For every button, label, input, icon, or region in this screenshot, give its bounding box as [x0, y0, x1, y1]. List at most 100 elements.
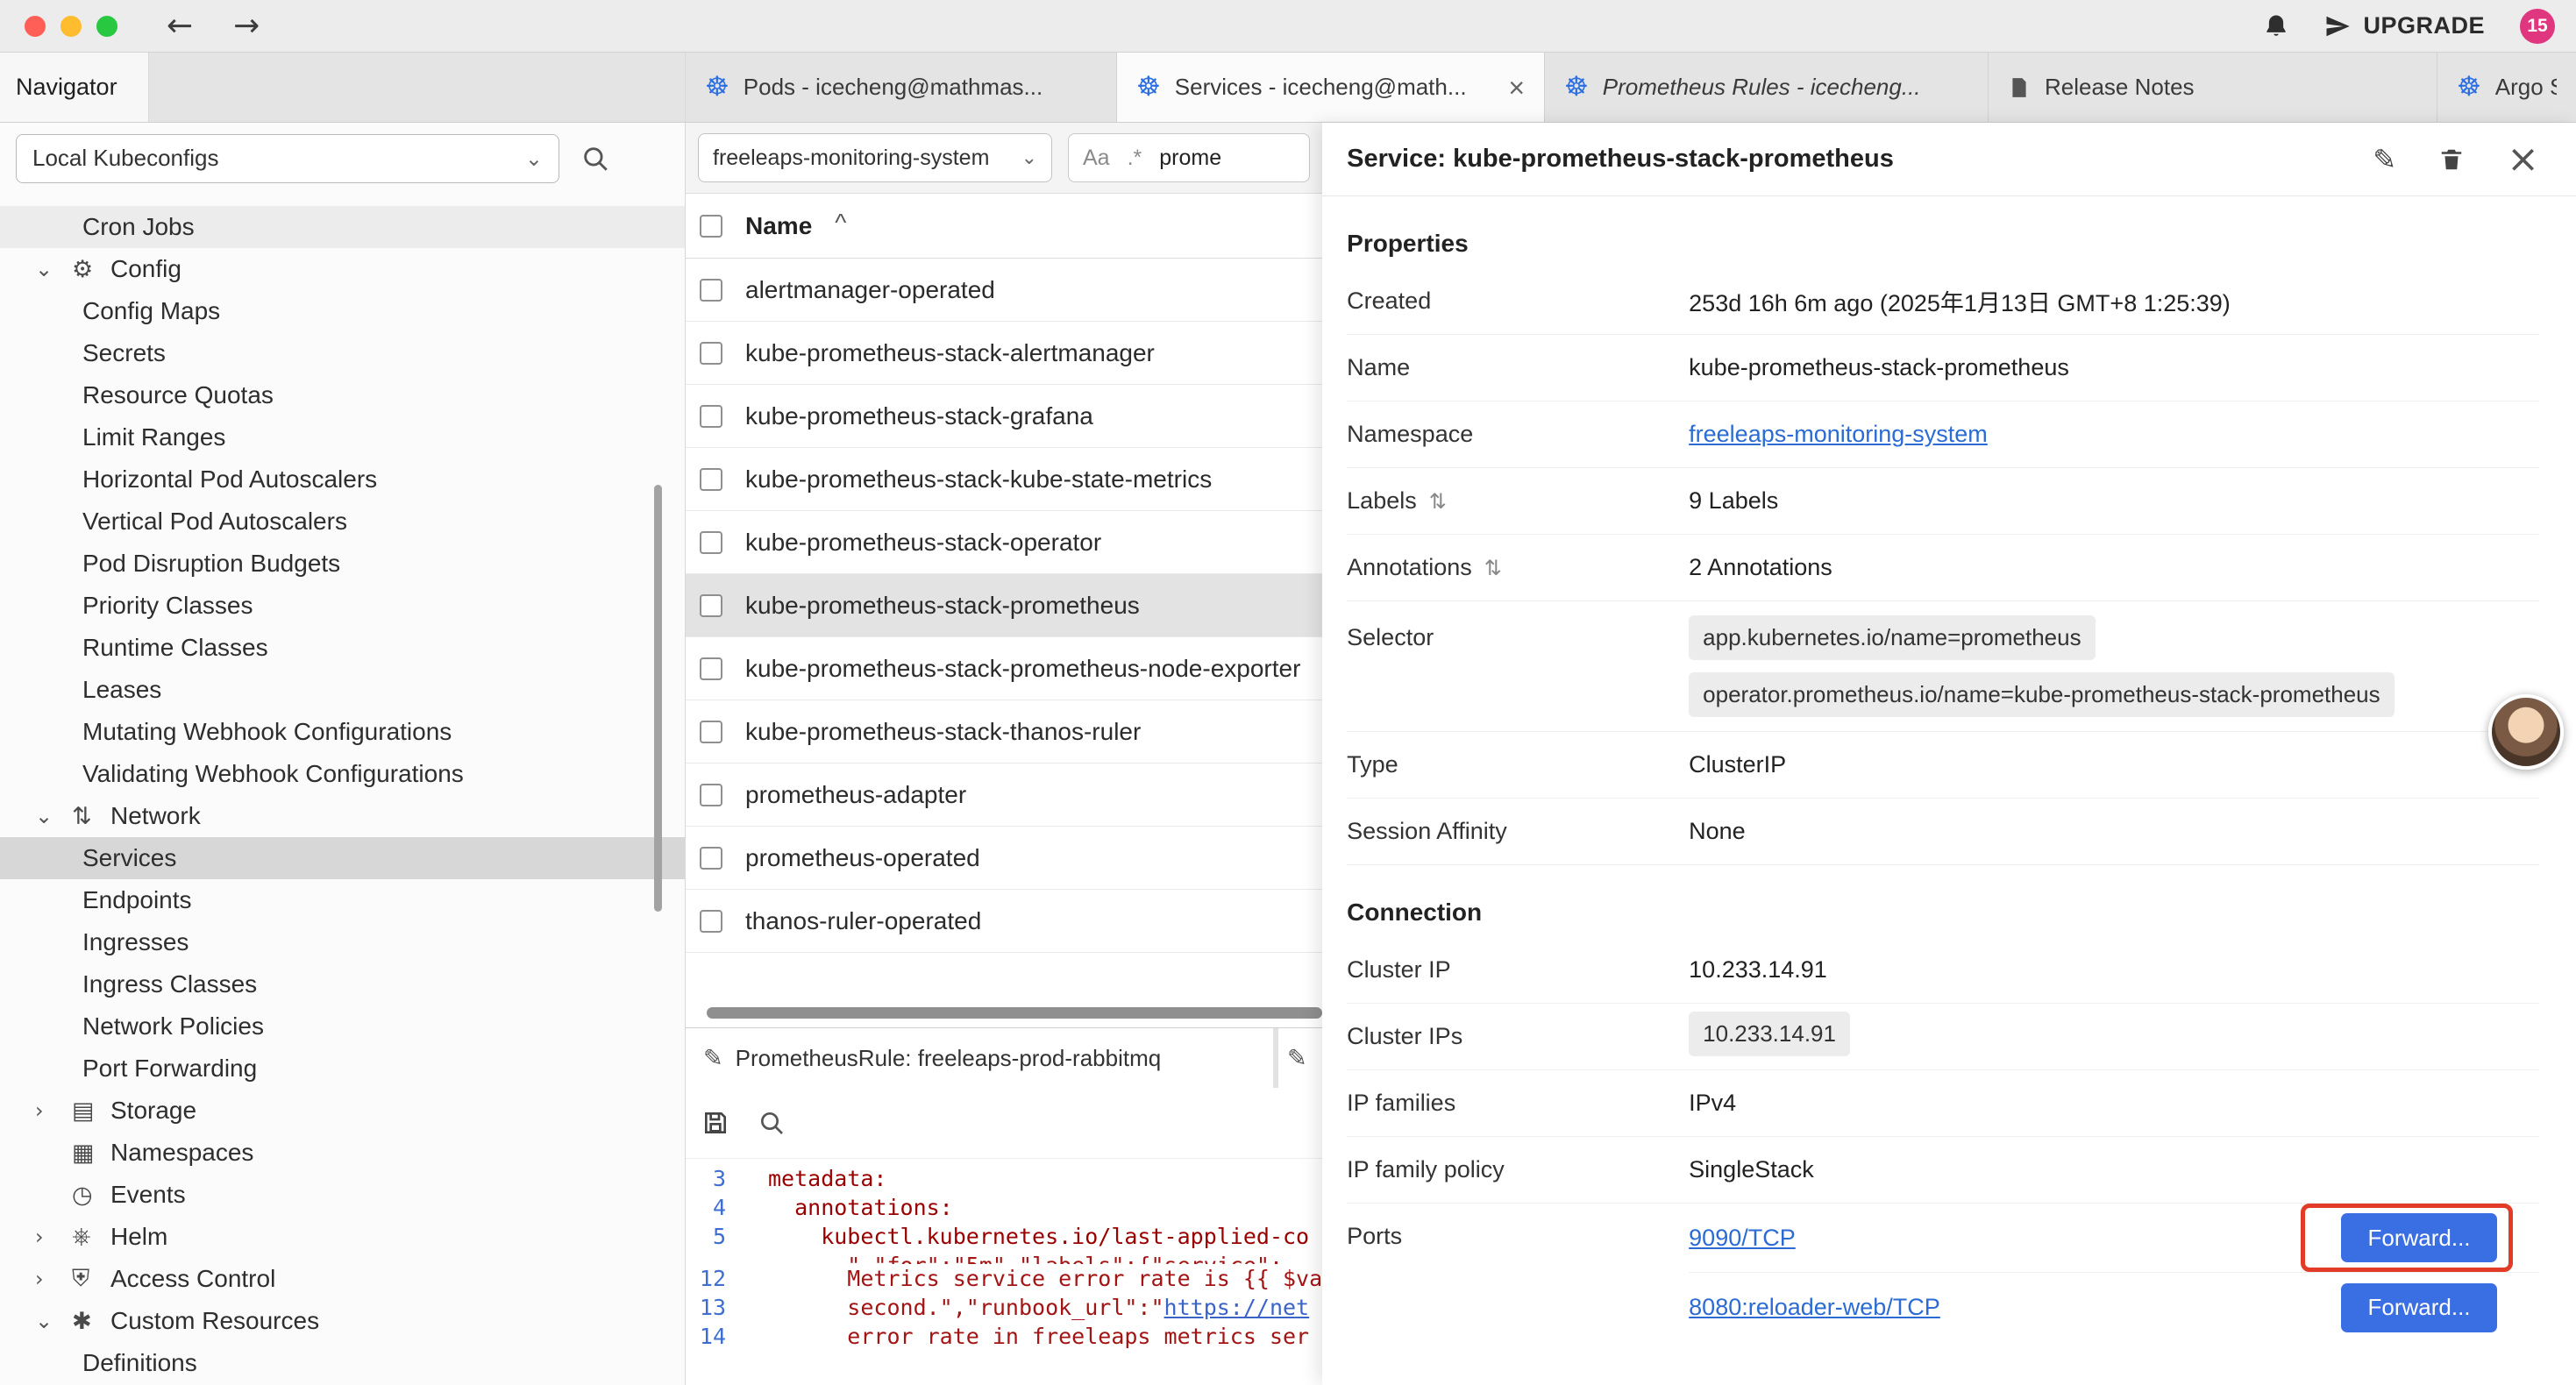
expand-toggle-icon[interactable]: ⇅ [1484, 556, 1502, 580]
pencil-icon: ✎ [703, 1045, 723, 1072]
sidebar-item-network[interactable]: ⌄⇅Network [0, 795, 685, 837]
close-window-button[interactable] [25, 16, 46, 37]
search-icon[interactable] [580, 144, 610, 174]
sidebar-item-storage[interactable]: ›▤Storage [0, 1090, 685, 1132]
row-checkbox[interactable] [700, 721, 722, 743]
table-row[interactable]: thanos-ruler-operated [686, 890, 1322, 953]
sidebar-item-access-control[interactable]: ›⛨Access Control [0, 1258, 685, 1300]
sidebar-item-resource-quotas[interactable]: Resource Quotas [0, 374, 685, 416]
kubeconfig-select[interactable]: Local Kubeconfigs ⌄ [16, 134, 559, 183]
property-row-ports: Ports 9090/TCP Forward... 8080:reloader-… [1347, 1204, 2539, 1342]
sidebar-item-definitions[interactable]: Definitions [0, 1342, 685, 1384]
table-row[interactable]: kube-prometheus-stack-prometheus-node-ex… [686, 637, 1322, 700]
table-row[interactable]: alertmanager-operated [686, 259, 1322, 322]
row-checkbox[interactable] [700, 910, 722, 933]
sidebar-item-port-forwarding[interactable]: Port Forwarding [0, 1048, 685, 1090]
tab-prometheus-rules[interactable]: ☸ Prometheus Rules - icecheng... [1545, 53, 1989, 122]
namespace-link[interactable]: freeleaps-monitoring-system [1689, 421, 1988, 447]
horizontal-scrollbar[interactable] [707, 1007, 1322, 1019]
editor-tab-prometheusrule[interactable]: ✎ PrometheusRule: freeleaps-prod-rabbitm… [686, 1028, 1273, 1088]
row-checkbox[interactable] [700, 594, 722, 617]
trash-icon[interactable] [2438, 146, 2465, 173]
user-avatar[interactable] [2488, 694, 2564, 770]
table-row[interactable]: prometheus-operated [686, 827, 1322, 890]
sidebar-item-endpoints[interactable]: Endpoints [0, 879, 685, 921]
chevron-down-icon[interactable]: ⌄ [35, 804, 72, 828]
forward-button[interactable]: Forward... [2341, 1213, 2497, 1262]
yaml-editor[interactable]: 3metadata: 4 annotations: 5 kubectl.kube… [686, 1159, 1322, 1385]
sidebar-item-limit-ranges[interactable]: Limit Ranges [0, 416, 685, 458]
sidebar-scrollbar[interactable] [654, 485, 662, 912]
sidebar-item-secrets[interactable]: Secrets [0, 332, 685, 374]
chevron-right-icon[interactable]: › [35, 1098, 72, 1123]
match-case-icon[interactable]: Aa [1083, 146, 1110, 171]
sidebar-item-horizontal-pod-autoscalers[interactable]: Horizontal Pod Autoscalers [0, 458, 685, 501]
sidebar-item-validating-webhook-configurations[interactable]: Validating Webhook Configurations [0, 753, 685, 795]
sidebar-item-namespaces[interactable]: ▦Namespaces [0, 1132, 685, 1174]
navigator-sidebar: Local Kubeconfigs ⌄ Cron Jobs ⌄⚙Config C… [0, 123, 686, 1385]
row-checkbox[interactable] [700, 342, 722, 365]
sidebar-item-services[interactable]: Services [0, 837, 685, 879]
editor-tab-partial[interactable]: ✎ [1278, 1028, 1322, 1088]
row-checkbox[interactable] [700, 468, 722, 491]
search-input[interactable]: Aa .* prome [1068, 133, 1310, 182]
upgrade-button[interactable]: UPGRADE [2324, 12, 2485, 39]
row-checkbox[interactable] [700, 784, 722, 806]
chevron-down-icon[interactable]: ⌄ [35, 257, 72, 281]
close-icon[interactable]: × [2507, 140, 2539, 179]
forward-icon[interactable]: → [233, 11, 260, 42]
sidebar-item-custom-resources[interactable]: ⌄✱Custom Resources [0, 1300, 685, 1342]
sidebar-item-helm[interactable]: ›⎈Helm [0, 1216, 685, 1258]
row-checkbox[interactable] [700, 405, 722, 428]
minimize-window-button[interactable] [60, 16, 82, 37]
search-icon[interactable] [758, 1109, 786, 1137]
expand-toggle-icon[interactable]: ⇅ [1429, 489, 1447, 514]
back-icon[interactable]: ← [167, 11, 193, 42]
chevron-down-icon[interactable]: ⌄ [35, 1309, 72, 1333]
port-link-8080[interactable]: 8080:reloader-web/TCP [1689, 1294, 1940, 1321]
regex-icon[interactable]: .* [1128, 146, 1142, 171]
sidebar-item-events[interactable]: ◷Events [0, 1174, 685, 1216]
save-icon[interactable] [701, 1109, 729, 1137]
sidebar-item-ingresses[interactable]: Ingresses [0, 921, 685, 963]
row-checkbox[interactable] [700, 847, 722, 870]
zoom-window-button[interactable] [96, 16, 117, 37]
row-checkbox[interactable] [700, 531, 722, 554]
tab-release-notes[interactable]: Release Notes [1989, 53, 2437, 122]
sidebar-item-config[interactable]: ⌄⚙Config [0, 248, 685, 290]
sidebar-item-config-maps[interactable]: Config Maps [0, 290, 685, 332]
sidebar-item-cron-jobs[interactable]: Cron Jobs [0, 206, 685, 248]
table-row[interactable]: kube-prometheus-stack-operator [686, 511, 1322, 574]
sidebar-item-network-policies[interactable]: Network Policies [0, 1005, 685, 1048]
bell-icon[interactable] [2263, 13, 2289, 39]
sidebar-item-mutating-webhook-configurations[interactable]: Mutating Webhook Configurations [0, 711, 685, 753]
chevron-right-icon[interactable]: › [35, 1225, 72, 1249]
sort-ascending-icon[interactable]: ^ [835, 209, 846, 237]
close-tab-icon[interactable]: × [1508, 74, 1525, 102]
table-row[interactable]: kube-prometheus-stack-grafana [686, 385, 1322, 448]
table-row[interactable]: kube-prometheus-stack-alertmanager [686, 322, 1322, 385]
row-checkbox[interactable] [700, 279, 722, 302]
tab-services-active[interactable]: ☸ Services - icecheng@math... × [1117, 53, 1545, 122]
forward-button[interactable]: Forward... [2341, 1283, 2497, 1332]
name-column-header[interactable]: Name [745, 212, 812, 240]
edit-icon[interactable]: ✎ [2373, 143, 2396, 176]
sidebar-item-pod-disruption-budgets[interactable]: Pod Disruption Budgets [0, 543, 685, 585]
sidebar-item-vertical-pod-autoscalers[interactable]: Vertical Pod Autoscalers [0, 501, 685, 543]
select-all-checkbox[interactable] [700, 215, 722, 238]
sidebar-item-priority-classes[interactable]: Priority Classes [0, 585, 685, 627]
sidebar-item-ingress-classes[interactable]: Ingress Classes [0, 963, 685, 1005]
notification-count-badge[interactable]: 15 [2520, 9, 2555, 44]
table-row[interactable]: kube-prometheus-stack-thanos-ruler [686, 700, 1322, 764]
chevron-right-icon[interactable]: › [35, 1267, 72, 1291]
port-link-9090[interactable]: 9090/TCP [1689, 1225, 1796, 1252]
table-row[interactable]: prometheus-adapter [686, 764, 1322, 827]
tab-argo[interactable]: ☸ Argo Se [2437, 53, 2576, 122]
namespace-select[interactable]: freeleaps-monitoring-system ⌄ [698, 133, 1052, 182]
sidebar-item-runtime-classes[interactable]: Runtime Classes [0, 627, 685, 669]
tab-pods[interactable]: ☸ Pods - icecheng@mathmas... [686, 53, 1117, 122]
sidebar-item-leases[interactable]: Leases [0, 669, 685, 711]
row-checkbox[interactable] [700, 657, 722, 680]
table-row-selected[interactable]: kube-prometheus-stack-prometheus [686, 574, 1322, 637]
table-row[interactable]: kube-prometheus-stack-kube-state-metrics [686, 448, 1322, 511]
